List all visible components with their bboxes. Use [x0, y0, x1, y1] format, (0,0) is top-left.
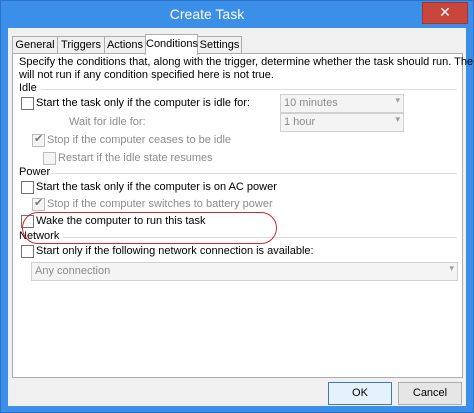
wait-duration-select[interactable]: 1 hour ▾ [280, 113, 404, 132]
intro-text-line-1: Specify the conditions that, along with … [19, 56, 474, 68]
create-task-window: Create Task ✕ General Triggers Actions C… [0, 0, 474, 413]
idle-separator [41, 89, 457, 90]
highlight-annotation-oval [22, 212, 277, 244]
chevron-down-icon: ▾ [395, 114, 400, 124]
start-only-if-idle-label: Start the task only if the computer is i… [36, 97, 250, 109]
power-separator [51, 173, 457, 174]
start-only-on-ac-label: Start the task only if the computer is o… [36, 181, 277, 193]
restart-if-resumes-label: Restart if the idle state resumes [58, 152, 213, 164]
intro-text-line-2: will not run if any condition specified … [19, 69, 274, 81]
checkmark-icon: ✔ [34, 197, 44, 209]
stop-if-ceases-idle-checkbox[interactable]: ✔ [32, 133, 45, 147]
network-connection-value: Any connection [35, 265, 111, 277]
wait-duration-value: 1 hour [284, 116, 316, 128]
tab-actions[interactable]: Actions [104, 36, 146, 54]
tab-general[interactable]: General [12, 36, 58, 54]
tab-triggers[interactable]: Triggers [57, 36, 105, 54]
cancel-button[interactable]: Cancel [398, 382, 462, 405]
close-button[interactable]: ✕ [422, 2, 468, 24]
stop-if-ceases-idle-label: Stop if the computer ceases to be idle [47, 134, 232, 146]
start-only-on-ac-checkbox[interactable] [21, 181, 34, 194]
tab-conditions[interactable]: Conditions [145, 34, 198, 55]
idle-heading: Idle [19, 82, 37, 94]
chevron-down-icon: ▾ [449, 263, 454, 273]
conditions-panel: Specify the conditions that, along with … [12, 53, 474, 378]
start-only-if-network-checkbox[interactable] [21, 245, 34, 258]
start-only-if-network-label: Start only if the following network conn… [36, 245, 314, 257]
idle-duration-select[interactable]: 10 minutes ▾ [280, 94, 404, 113]
chevron-down-icon: ▾ [395, 95, 400, 105]
power-heading: Power [19, 166, 51, 178]
window-title: Create Task [169, 6, 245, 22]
close-icon: ✕ [439, 4, 451, 20]
dialog-client-area: General Triggers Actions Conditions Sett… [8, 28, 474, 406]
ok-button[interactable]: OK [328, 382, 392, 405]
restart-if-resumes-checkbox[interactable] [43, 152, 56, 165]
title-bar[interactable]: Create Task ✕ [1, 1, 473, 28]
stop-on-battery-checkbox[interactable]: ✔ [32, 197, 45, 211]
checkmark-icon: ✔ [34, 133, 44, 145]
network-connection-select[interactable]: Any connection ▾ [31, 262, 458, 281]
start-only-if-idle-checkbox[interactable] [21, 97, 34, 110]
idle-duration-value: 10 minutes [284, 97, 338, 109]
wait-for-idle-label: Wait for idle for: [69, 116, 146, 128]
tab-settings[interactable]: Settings [197, 36, 242, 54]
stop-on-battery-label: Stop if the computer switches to battery… [47, 198, 273, 210]
